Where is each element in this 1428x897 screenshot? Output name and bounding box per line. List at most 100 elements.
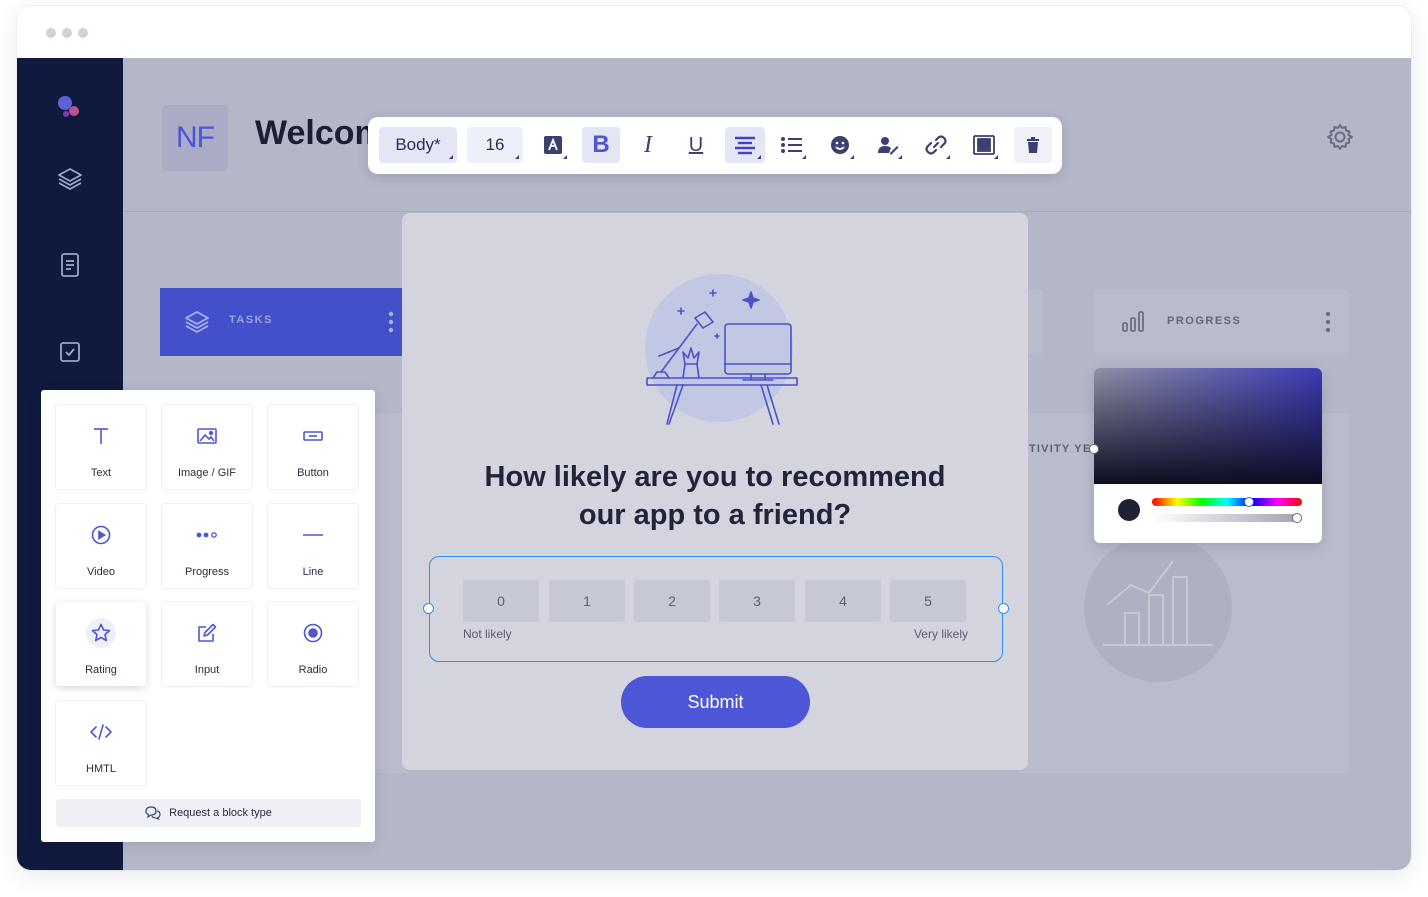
question-line-1: How likely are you to recommend [484, 461, 946, 493]
window-dot-close[interactable] [46, 28, 56, 38]
block-label: HMTL [86, 763, 116, 775]
formatting-toolbar: Body* 16 B I U [368, 117, 1062, 174]
progress-card[interactable]: PROGRESS [1095, 290, 1349, 354]
text-color-icon[interactable] [535, 127, 571, 163]
rating-option-2[interactable]: 2 [634, 580, 710, 622]
chat-bubbles-icon [145, 806, 161, 820]
block-button[interactable]: Button [268, 405, 358, 489]
list-icon[interactable] [774, 127, 810, 163]
button-icon [298, 421, 328, 451]
hue-slider-handle[interactable] [1244, 497, 1254, 507]
layers-icon[interactable] [55, 164, 85, 194]
block-image-gif[interactable]: Image / GIF [162, 405, 252, 489]
more-vertical-icon[interactable] [1325, 310, 1331, 339]
saturation-handle[interactable] [1089, 444, 1099, 454]
checkbox-icon[interactable] [55, 337, 85, 367]
submit-button[interactable]: Submit [621, 676, 810, 728]
dots-icon [192, 520, 222, 550]
window-dot-minimize[interactable] [62, 28, 72, 38]
block-frame-icon[interactable] [966, 127, 1002, 163]
block-label: Radio [298, 664, 328, 676]
font-size-label: 16 [485, 135, 505, 154]
rating-option-5[interactable]: 5 [890, 580, 966, 622]
request-block-type-button[interactable]: Request a block type [56, 799, 361, 827]
app-window: NF Welcom TASKS PROGRESS TIVITY YE How l… [17, 6, 1411, 870]
color-swatch [1118, 499, 1140, 521]
link-icon[interactable] [918, 127, 954, 163]
emoji-icon[interactable] [822, 127, 858, 163]
rating-scale-block[interactable]: 0 1 2 3 4 5 Not likely Very likely [423, 556, 1009, 662]
rating-option-4[interactable]: 4 [805, 580, 881, 622]
block-radio[interactable]: Radio [268, 602, 358, 686]
rating-option-3[interactable]: 3 [719, 580, 795, 622]
text-icon [86, 421, 116, 451]
personalize-user-icon[interactable] [870, 127, 906, 163]
block-label: Progress [184, 566, 230, 578]
block-label: Line [302, 566, 324, 578]
font-size-dropdown[interactable]: 16 [467, 127, 523, 163]
question-line-2: our app to a friend? [578, 499, 852, 531]
edit-icon [192, 618, 222, 648]
code-icon [86, 717, 116, 747]
hue-slider[interactable] [1152, 498, 1302, 506]
block-video[interactable]: Video [56, 504, 146, 588]
block-label: Video [87, 566, 115, 578]
bar-chart-icon [1121, 309, 1145, 338]
rating-low-label: Not likely [463, 627, 512, 641]
document-icon[interactable] [55, 250, 85, 280]
avatar[interactable]: NF [162, 105, 228, 171]
saturation-area[interactable] [1094, 368, 1322, 484]
app-area: NF Welcom TASKS PROGRESS TIVITY YE How l… [17, 58, 1411, 870]
title-bar [17, 6, 1411, 58]
block-label: Text [90, 467, 112, 479]
progress-label: PROGRESS [1167, 315, 1242, 327]
align-center-icon[interactable] [725, 127, 765, 163]
resize-handle-left[interactable] [423, 603, 434, 614]
block-label: Rating [85, 664, 117, 676]
bold-icon: B [592, 131, 610, 158]
block-rating[interactable]: Rating [56, 602, 146, 686]
play-icon [86, 520, 116, 550]
trash-icon[interactable] [1014, 127, 1052, 163]
rating-high-label: Very likely [913, 627, 968, 641]
desk-illustration-icon [639, 268, 804, 433]
window-dot-maximize[interactable] [78, 28, 88, 38]
page-title: Welcom [255, 114, 385, 152]
italic-icon: I [644, 131, 652, 158]
block-label: Image / GIF [177, 467, 237, 479]
rating-option-1[interactable]: 1 [549, 580, 625, 622]
request-block-label: Request a block type [169, 807, 272, 819]
block-progress[interactable]: Progress [162, 504, 252, 588]
more-vertical-icon[interactable] [388, 310, 394, 339]
rating-option-0[interactable]: 0 [463, 580, 539, 622]
survey-modal: How likely are you to recommend our app … [402, 213, 1028, 770]
text-style-label: Body* [395, 135, 441, 154]
color-picker [1094, 368, 1322, 543]
alpha-slider[interactable] [1152, 514, 1302, 522]
underline-button[interactable]: U [678, 127, 714, 163]
star-icon [86, 618, 116, 648]
logo-icon[interactable] [55, 92, 85, 122]
bold-button[interactable]: B [582, 127, 620, 163]
block-line[interactable]: Line [268, 504, 358, 588]
line-icon [298, 520, 328, 550]
resize-handle-right[interactable] [998, 603, 1009, 614]
block-label: Input [194, 664, 220, 676]
tasks-label: TASKS [229, 314, 273, 326]
activity-label: TIVITY YE [1029, 443, 1092, 455]
growth-chart-illustration [1083, 533, 1233, 688]
underline-icon: U [688, 133, 704, 156]
block-palette: Text Image / GIF Button Video Progress L… [41, 390, 375, 842]
italic-button[interactable]: I [630, 127, 666, 163]
image-icon [192, 421, 222, 451]
tasks-card[interactable]: TASKS [160, 288, 405, 356]
block-label: Button [297, 467, 329, 479]
block-text[interactable]: Text [56, 405, 146, 489]
alpha-slider-handle[interactable] [1292, 513, 1302, 523]
radio-icon [298, 618, 328, 648]
text-style-dropdown[interactable]: Body* [379, 127, 457, 163]
survey-question[interactable]: How likely are you to recommend our app … [402, 458, 1028, 534]
gear-icon[interactable] [1325, 122, 1355, 152]
block-html[interactable]: HMTL [56, 701, 146, 785]
block-input[interactable]: Input [162, 602, 252, 686]
